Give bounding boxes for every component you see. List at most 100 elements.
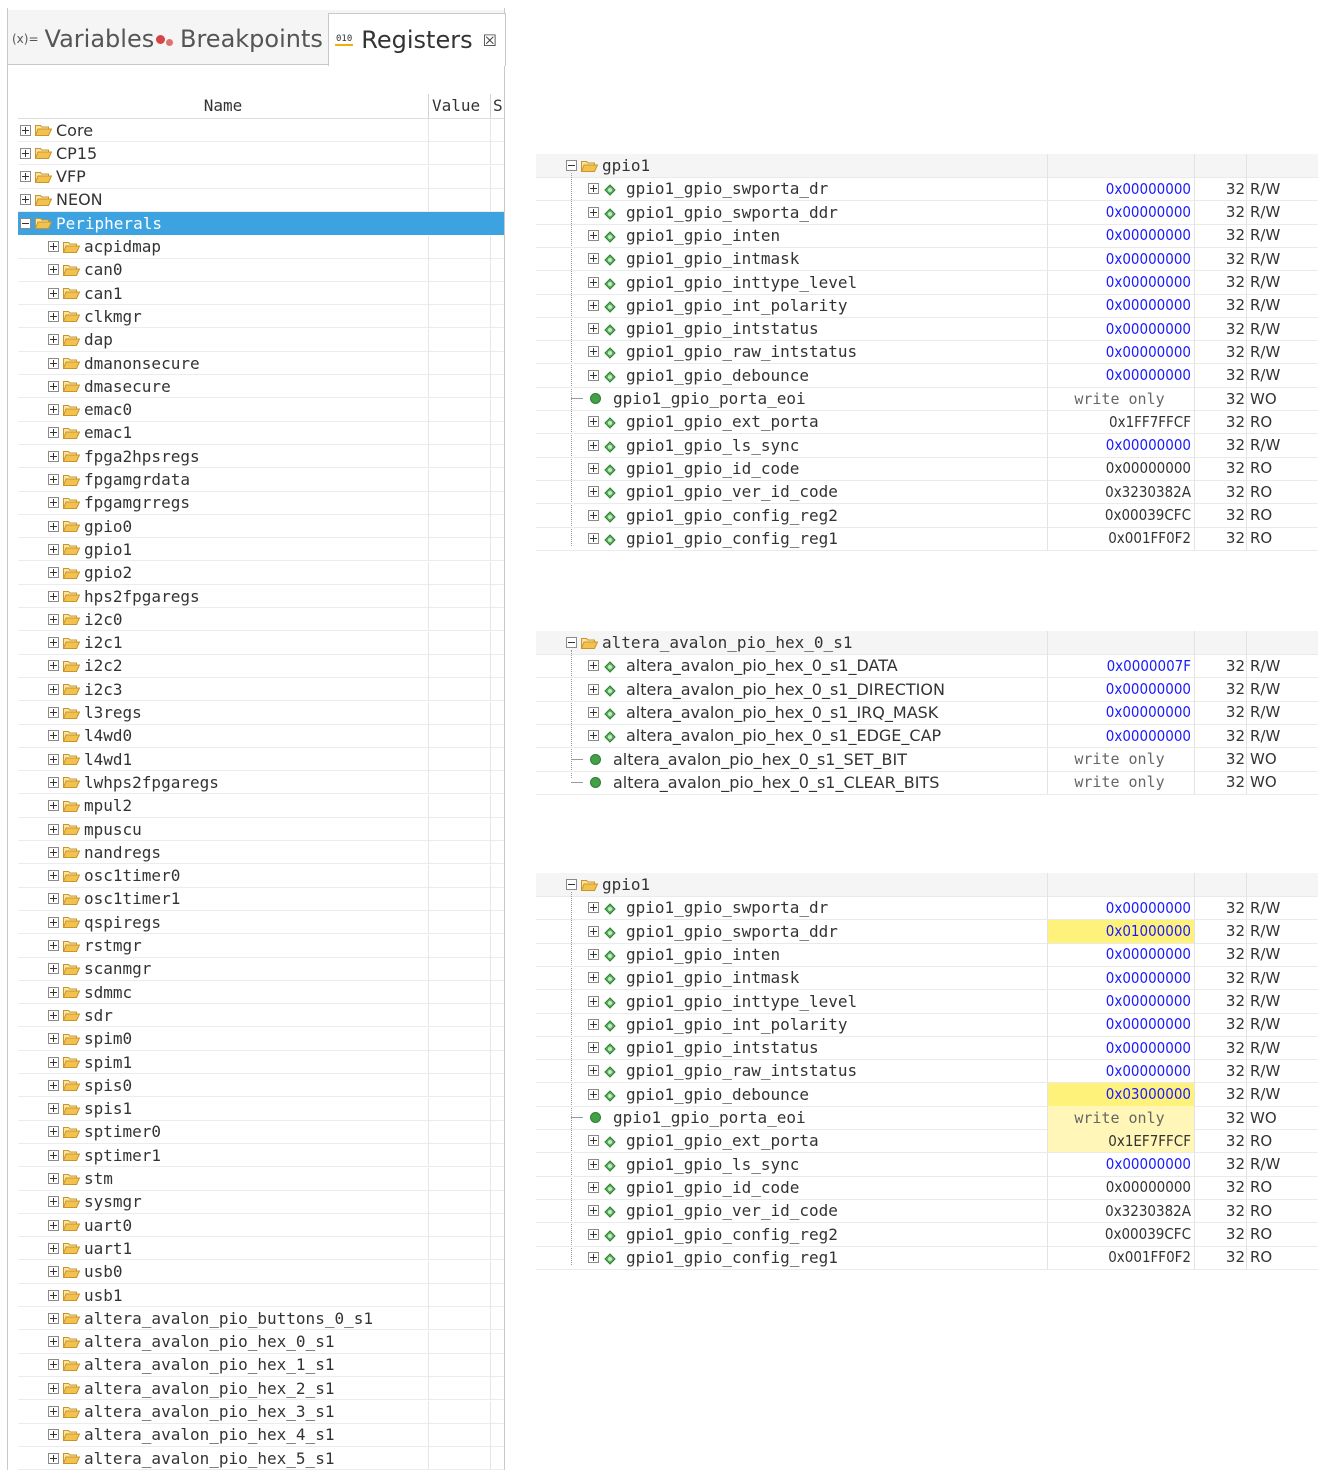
tree-item[interactable]: lwhps2fpgaregs [18,771,504,795]
register-row[interactable]: gpio1_gpio_intmask 0x00000000 32 R/W [536,966,1318,991]
expand-icon[interactable] [588,532,599,544]
tree-item[interactable]: spim1 [18,1051,504,1074]
register-value[interactable]: 0x00000000 [1047,1036,1194,1060]
register-row[interactable]: gpio1_gpio_intstatus 0x00000000 32 R/W [536,317,1318,342]
tree-item[interactable]: Core [18,119,504,142]
tree-item[interactable]: fpga2hpsregs [18,445,504,469]
expand-icon[interactable] [588,948,599,960]
expand-icon[interactable] [48,846,59,858]
register-row[interactable]: gpio1_gpio_intstatus 0x00000000 32 R/W [536,1036,1318,1061]
expand-icon[interactable] [48,1359,59,1371]
register-row[interactable]: gpio1_gpio_debounce 0x03000000 32 R/W [536,1082,1318,1107]
expand-icon[interactable] [48,497,59,509]
tree-item[interactable]: scanmgr [18,957,504,981]
tree-item[interactable]: clkmgr [18,305,504,329]
register-value[interactable]: 0x3230382A [1047,480,1194,504]
tree-item[interactable]: sysmgr [18,1190,504,1214]
tree-item[interactable]: l4wd0 [18,724,504,748]
register-row[interactable]: altera_avalon_pio_hex_0_s1_EDGE_CAP 0x000… [536,724,1318,749]
register-row[interactable]: altera_avalon_pio_hex_0_s1_DATA 0x0000007… [536,654,1318,679]
register-value[interactable]: 0x00000000 [1047,223,1194,247]
expand-icon[interactable] [588,299,599,311]
expand-icon[interactable] [588,995,599,1007]
tree-item[interactable]: gpio0 [18,515,504,539]
expand-icon[interactable] [20,171,31,183]
register-row[interactable]: gpio1_gpio_inttype_level 0x00000000 32 R/W [536,270,1318,295]
expand-icon[interactable] [48,1173,59,1184]
expand-icon[interactable] [48,940,59,951]
tree-item[interactable]: nandregs [18,841,504,865]
register-group-row[interactable]: gpio1 [536,154,1318,178]
expand-icon[interactable] [48,543,59,555]
expand-icon[interactable] [48,1033,59,1045]
register-value[interactable]: 0x00000000 [1047,1175,1194,1199]
collapse-icon[interactable] [20,217,31,229]
expand-icon[interactable] [588,972,599,984]
expand-icon[interactable] [48,334,59,346]
tree-item[interactable]: altera_avalon_pio_hex_3_s1 [18,1400,504,1424]
collapse-icon[interactable] [566,637,577,648]
register-value[interactable]: 0x00000000 [1047,966,1194,990]
expand-icon[interactable] [48,380,59,392]
expand-icon[interactable] [588,206,599,218]
expand-icon[interactable] [48,1452,59,1464]
expand-icon[interactable] [48,800,59,812]
register-value[interactable]: 0x00000000 [1047,700,1194,724]
register-row[interactable]: gpio1_gpio_ver_id_code 0x3230382A 32 RO [536,480,1318,505]
register-row[interactable]: gpio1_gpio_debounce 0x00000000 32 R/W [536,363,1318,388]
expand-icon[interactable] [588,1158,599,1170]
register-value[interactable]: 0x00000000 [1047,1059,1194,1083]
collapse-icon[interactable] [566,160,577,171]
expand-icon[interactable] [48,1289,59,1301]
tree-item[interactable]: dap [18,328,504,352]
tree-item[interactable]: spim0 [18,1027,504,1051]
expand-icon[interactable] [48,520,59,532]
register-value[interactable]: 0x00000000 [1047,340,1194,364]
tree-item[interactable]: usb1 [18,1284,504,1307]
expand-icon[interactable] [48,776,59,788]
expand-icon[interactable] [588,1205,599,1217]
register-value[interactable]: 0x00000000 [1047,1152,1194,1176]
tree-item[interactable]: dmanonsecure [18,352,504,375]
expand-icon[interactable] [48,1219,59,1231]
expand-icon[interactable] [48,613,59,625]
tree-item[interactable]: fpgamgrregs [18,491,504,515]
close-tab-icon[interactable]: ☒ [483,31,497,50]
register-row[interactable]: gpio1_gpio_porta_eoi write only 32 WO [536,387,1318,411]
register-value[interactable]: 0x00039CFC [1047,1222,1194,1246]
tree-item[interactable]: osc1timer0 [18,864,504,888]
expand-icon[interactable] [588,346,599,358]
expand-icon[interactable] [48,1266,59,1278]
expand-icon[interactable] [48,1056,59,1068]
register-row[interactable]: gpio1_gpio_raw_intstatus 0x00000000 32 R/W [536,340,1318,365]
register-value[interactable]: write only [1047,387,1194,410]
expand-icon[interactable] [588,1018,599,1030]
tree-item[interactable]: mpuscu [18,818,504,841]
expand-icon[interactable] [48,1149,59,1161]
tree-item[interactable]: acpidmap [18,235,504,259]
register-value[interactable]: 0x00000000 [1047,724,1194,748]
register-row[interactable]: gpio1_gpio_intmask 0x00000000 32 R/W [536,247,1318,272]
expand-icon[interactable] [48,1242,59,1254]
expand-icon[interactable] [588,509,599,521]
expand-icon[interactable] [48,474,59,485]
tree-item[interactable]: osc1timer1 [18,887,504,911]
expand-icon[interactable] [588,276,599,288]
expand-icon[interactable] [588,462,599,474]
tab-breakpoints[interactable]: Breakpoints [156,13,323,65]
expand-icon[interactable] [48,1382,59,1394]
expand-icon[interactable] [48,1429,59,1441]
register-value[interactable]: 0x00000000 [1047,363,1194,387]
register-row[interactable]: gpio1_gpio_ver_id_code 0x3230382A 32 RO [536,1199,1318,1224]
expand-icon[interactable] [588,416,599,428]
register-row[interactable]: gpio1_gpio_id_code 0x00000000 32 RO [536,1175,1318,1200]
tree-item[interactable]: i2c2 [18,654,504,678]
register-row[interactable]: gpio1_gpio_ext_porta 0x1FF7FFCF 32 RO [536,410,1318,435]
tab-variables[interactable]: (x)= Variables [12,13,154,65]
register-value[interactable]: write only [1047,1106,1194,1129]
expand-icon[interactable] [48,450,59,462]
expand-icon[interactable] [588,439,599,451]
tree-item[interactable]: sdr [18,1004,504,1028]
register-row[interactable]: gpio1_gpio_inten 0x00000000 32 R/W [536,942,1318,967]
register-row[interactable]: altera_avalon_pio_hex_0_s1_DIRECTION 0x00… [536,677,1318,702]
